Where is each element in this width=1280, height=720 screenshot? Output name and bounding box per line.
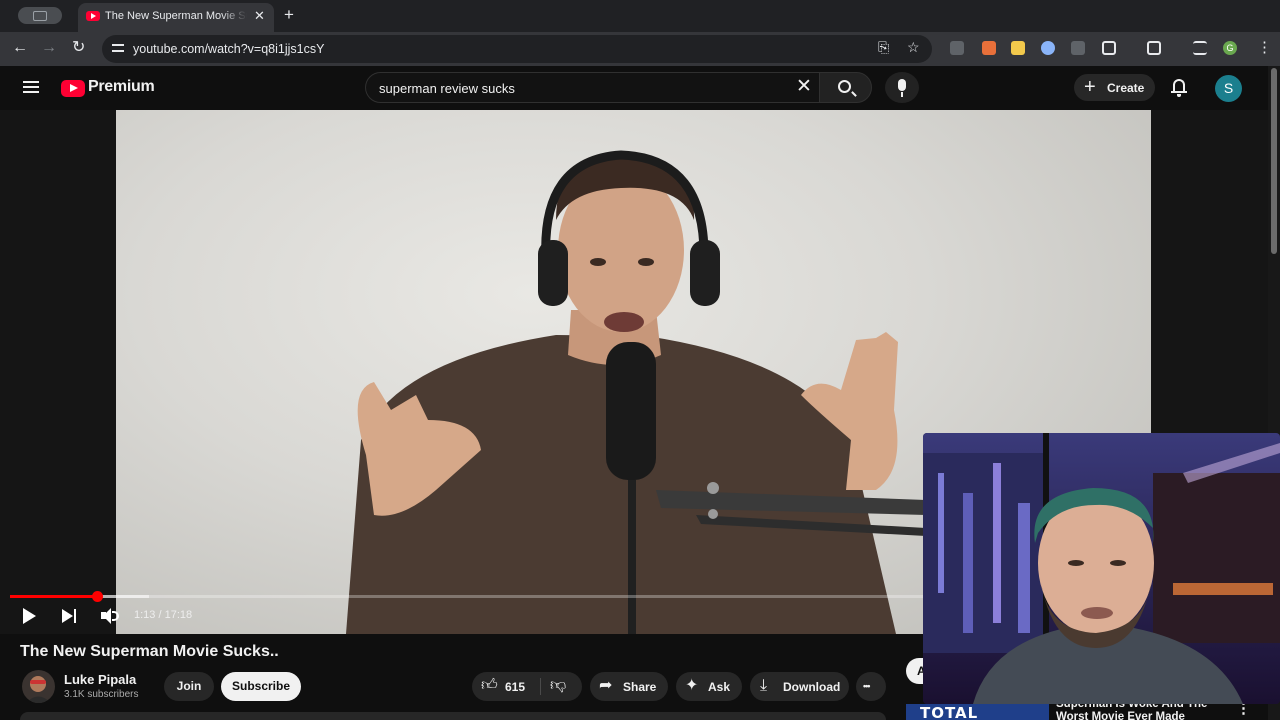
tab-close-icon[interactable]: ✕ — [254, 8, 265, 24]
voice-search-button[interactable] — [885, 72, 919, 103]
sidepanel-icon[interactable] — [1147, 41, 1161, 55]
media-control-icon[interactable] — [1193, 41, 1207, 55]
back-icon[interactable]: ← — [12, 38, 28, 58]
site-info-icon[interactable] — [112, 42, 124, 54]
plus-icon: + — [1084, 76, 1096, 98]
subscriber-count: 3.1K subscribers — [64, 689, 139, 700]
extensions-puzzle-icon[interactable] — [1102, 41, 1116, 55]
channel-avatar[interactable] — [22, 670, 55, 703]
tab-group-chip[interactable] — [18, 7, 62, 24]
webcam-image — [923, 433, 1280, 704]
volume-icon[interactable] — [101, 608, 119, 624]
play-icon[interactable] — [23, 608, 37, 624]
microphone-icon — [898, 79, 906, 91]
channel-name[interactable]: Luke Pipala — [64, 672, 136, 687]
hamburger-menu-icon[interactable] — [23, 81, 39, 94]
browser-tab-strip: The New Superman Movie Sucks.. ✕ + — [0, 0, 1280, 32]
extension-icon[interactable] — [1071, 41, 1085, 55]
search-query[interactable]: superman review sucks — [379, 81, 515, 96]
sidebar-chip-partial[interactable]: A — [906, 658, 924, 684]
webcam-overlay — [923, 433, 1280, 704]
thumbnail-text: TOTAL — [920, 704, 979, 720]
ask-label: Ask — [708, 680, 731, 694]
divider — [540, 678, 541, 695]
recommended-thumbnail[interactable]: TOTAL — [906, 704, 1049, 720]
search-button[interactable] — [819, 72, 872, 103]
thumbs-up-icon[interactable]: 👍︎ — [481, 676, 498, 696]
sparkle-icon: ✦ — [685, 677, 699, 694]
share-label: Share — [623, 680, 657, 694]
clear-search-icon[interactable]: ✕ — [796, 77, 812, 97]
create-label: Create — [1107, 81, 1145, 95]
more-actions-button[interactable]: ••• — [856, 672, 886, 701]
bookmark-star-icon[interactable]: ☆ — [907, 39, 920, 56]
share-icon: ➦ — [599, 677, 613, 694]
youtube-logo-icon[interactable] — [61, 80, 85, 97]
like-count[interactable]: 615 — [505, 680, 525, 694]
account-avatar[interactable]: S — [1215, 75, 1242, 102]
new-tab-button[interactable]: + — [284, 5, 294, 25]
scrollbar-thumb[interactable] — [1271, 68, 1277, 254]
youtube-favicon-icon — [86, 11, 100, 21]
time-display: 1:13 / 17:18 — [134, 609, 193, 621]
extension-icon[interactable] — [1011, 41, 1025, 55]
camera-extension-icon[interactable] — [950, 41, 964, 55]
channel-avatar-image — [26, 676, 51, 703]
url-text[interactable]: youtube.com/watch?v=q8i1jjs1csY — [133, 42, 324, 56]
extension-icon[interactable] — [982, 41, 996, 55]
download-label: Download — [783, 680, 841, 694]
notifications-bell-icon[interactable] — [1170, 79, 1188, 97]
reload-icon[interactable]: ↻ — [72, 38, 85, 58]
profile-avatar[interactable]: G — [1223, 41, 1237, 55]
video-title: The New Superman Movie Sucks.. — [20, 643, 279, 660]
screen: The New Superman Movie Sucks.. ✕ + ← → ↻… — [0, 0, 1280, 720]
download-button[interactable]: ⤓ Download — [750, 672, 849, 701]
like-dislike-group: 👍︎ 615 👎︎ — [472, 672, 582, 701]
subscribe-button[interactable]: Subscribe — [221, 672, 301, 701]
browser-menu-icon[interactable]: ⋮ — [1257, 38, 1272, 58]
forward-icon[interactable]: → — [41, 38, 57, 58]
search-input[interactable]: superman review sucks ✕ — [365, 72, 819, 103]
ask-button[interactable]: ✦ Ask — [676, 672, 742, 701]
join-button[interactable]: Join — [164, 672, 214, 701]
next-video-icon[interactable] — [62, 608, 78, 624]
search-icon — [838, 80, 851, 93]
more-icon: ••• — [863, 681, 871, 691]
install-app-icon[interactable]: ⎘ — [878, 39, 889, 56]
progress-played — [10, 595, 98, 598]
extension-icon[interactable] — [1041, 41, 1055, 55]
browser-toolbar: ← → ↻ youtube.com/watch?v=q8i1jjs1csY ⎘ … — [0, 32, 1280, 66]
youtube-header: Premium superman review sucks ✕ + Create… — [0, 66, 1268, 110]
browser-tab[interactable]: The New Superman Movie Sucks.. ✕ — [78, 3, 274, 32]
download-icon: ⤓ — [760, 677, 768, 694]
logo-text[interactable]: Premium — [88, 78, 155, 96]
thumbs-down-icon[interactable]: 👎︎ — [550, 676, 566, 696]
description-box[interactable] — [20, 712, 886, 720]
address-bar[interactable]: youtube.com/watch?v=q8i1jjs1csY ⎘ ☆ — [102, 35, 932, 63]
create-button[interactable]: + Create — [1074, 74, 1155, 101]
scrubber-handle[interactable] — [92, 591, 104, 602]
tab-title: The New Superman Movie Sucks.. — [105, 10, 247, 22]
share-button[interactable]: ➦ Share — [590, 672, 668, 701]
